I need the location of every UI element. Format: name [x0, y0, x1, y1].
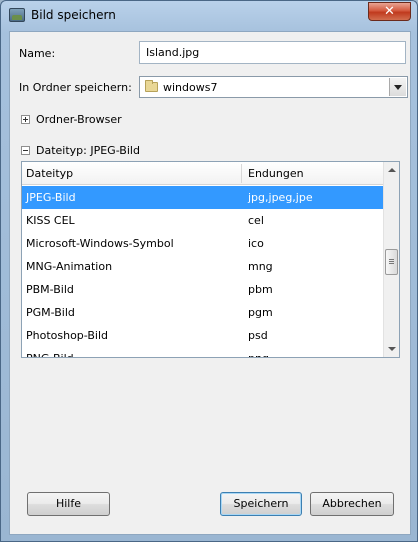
folder-icon [145, 80, 158, 92]
row-type: PBM-Bild [26, 283, 74, 296]
column-header-filetype[interactable]: Dateityp [26, 167, 73, 180]
list-row[interactable]: KISS CEL cel [22, 209, 384, 232]
save-image-dialog: Bild speichern ✕ Name: In Ordner speiche… [0, 0, 418, 542]
list-row[interactable]: PBM-Bild pbm [22, 278, 384, 301]
row-type: JPEG-Bild [26, 191, 76, 204]
close-button[interactable]: ✕ [368, 2, 411, 21]
folder-label: In Ordner speichern: [19, 81, 132, 94]
column-divider[interactable] [241, 164, 242, 183]
image-app-icon [9, 8, 25, 22]
list-row[interactable]: PGM-Bild pgm [22, 301, 384, 324]
row-type: KISS CEL [26, 214, 75, 227]
expand-plus-icon[interactable] [21, 115, 30, 124]
filetype-list[interactable]: Dateityp Endungen JPEG-Bild jpg,jpeg,jpe… [21, 161, 400, 358]
list-row[interactable]: MNG-Animation mng [22, 255, 384, 278]
folder-browser-toggle[interactable]: Ordner-Browser [36, 113, 122, 126]
help-button[interactable]: Hilfe [27, 492, 110, 516]
list-rows: JPEG-Bild jpg,jpeg,jpe KISS CEL cel Micr… [22, 186, 384, 357]
row-type: PNG-Bild [26, 352, 74, 357]
row-ext: jpg,jpeg,jpe [248, 191, 313, 204]
row-ext: ico [248, 237, 264, 250]
folder-value: windows7 [163, 81, 218, 94]
row-ext: psd [248, 329, 268, 342]
scrollbar-thumb[interactable] [385, 249, 398, 275]
column-header-extensions[interactable]: Endungen [248, 167, 304, 180]
row-type: MNG-Animation [26, 260, 113, 273]
filetype-toggle[interactable]: Dateityp: JPEG-Bild [36, 144, 140, 157]
vertical-scrollbar[interactable] [383, 162, 399, 357]
list-row[interactable]: Photoshop-Bild psd [22, 324, 384, 347]
filename-input[interactable] [139, 41, 406, 64]
dialog-content: Name: In Ordner speichern: windows7 Ordn… [9, 31, 411, 535]
list-row[interactable]: JPEG-Bild jpg,jpeg,jpe [22, 186, 384, 209]
row-ext: mng [248, 260, 273, 273]
chevron-down-icon[interactable] [389, 78, 406, 96]
collapse-minus-icon[interactable] [21, 146, 30, 155]
scroll-down-icon[interactable] [384, 341, 399, 357]
row-type: PGM-Bild [26, 306, 75, 319]
list-row[interactable]: PNG-Bild png [22, 347, 384, 357]
row-ext: pbm [248, 283, 273, 296]
window-title: Bild speichern [31, 8, 116, 22]
row-ext: cel [248, 214, 264, 227]
row-ext: png [248, 352, 269, 357]
cancel-button[interactable]: Abbrechen [310, 492, 394, 516]
list-header: Dateityp Endungen [22, 162, 385, 185]
folder-dropdown[interactable]: windows7 [139, 76, 408, 98]
scroll-up-icon[interactable] [384, 162, 399, 178]
row-ext: pgm [248, 306, 273, 319]
row-type: Microsoft-Windows-Symbol [26, 237, 174, 250]
name-label: Name: [19, 47, 56, 60]
row-type: Photoshop-Bild [26, 329, 109, 342]
list-row[interactable]: Microsoft-Windows-Symbol ico [22, 232, 384, 255]
save-button[interactable]: Speichern [220, 492, 302, 516]
title-bar[interactable]: Bild speichern ✕ [1, 1, 417, 29]
